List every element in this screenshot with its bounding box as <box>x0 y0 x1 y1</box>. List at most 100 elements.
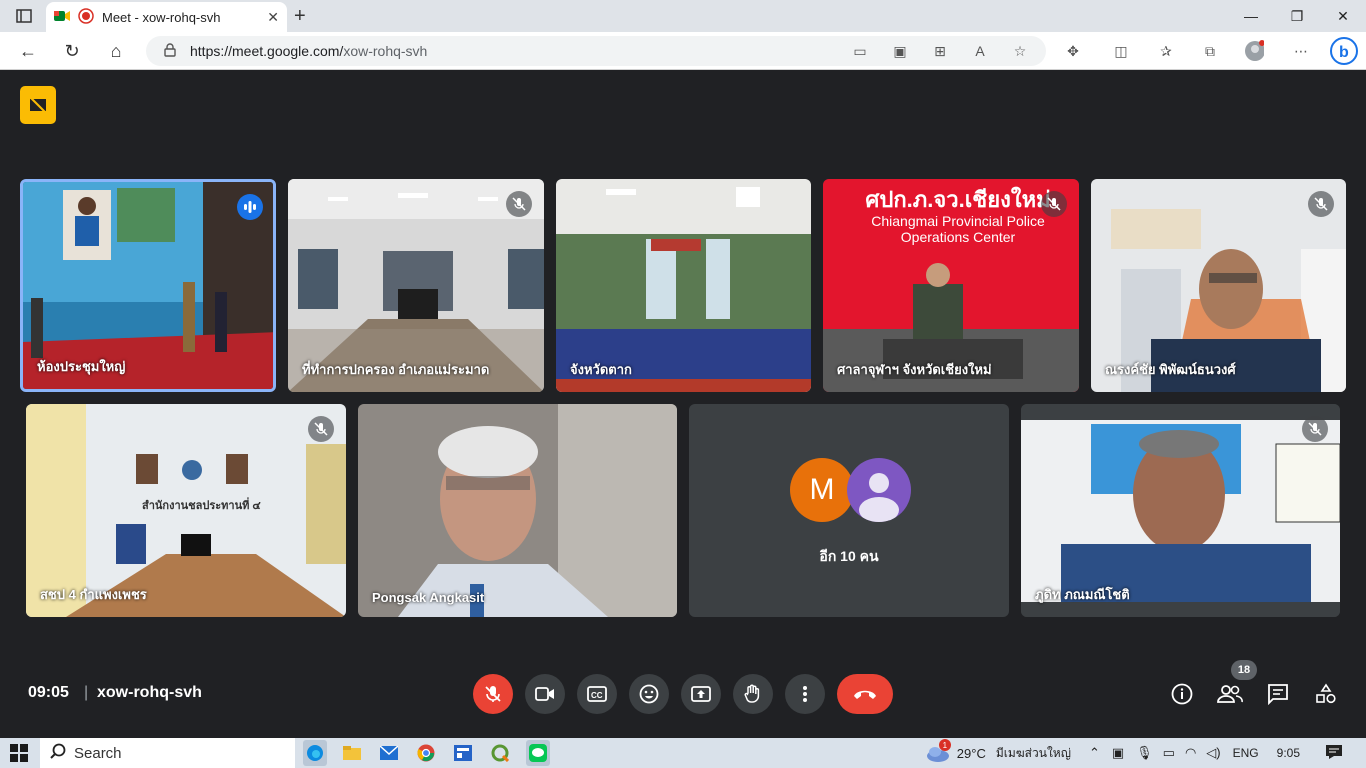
people-button[interactable] <box>1212 676 1248 712</box>
participant-tile[interactable]: ณรงค์ชัย พิพัฒน์ธนวงศ์ <box>1091 179 1346 392</box>
sign-line1: ศปก.ภ.จว.เชียงใหม่ <box>865 187 1051 212</box>
meeting-time: 09:05 <box>28 684 69 701</box>
avatar: M <box>790 458 854 522</box>
muted-mic-icon <box>1308 191 1334 217</box>
weather-icon[interactable]: 1 <box>925 739 951 763</box>
present-button[interactable] <box>681 674 721 714</box>
bing-icon[interactable]: b <box>1330 37 1358 65</box>
split-screen-icon[interactable]: ◫ <box>1111 41 1131 61</box>
url-field[interactable]: https://meet.google.com/xow-rohq-svh <box>146 36 1046 66</box>
microphone-icon[interactable]: 🎙︎ <box>1136 745 1153 761</box>
participant-tile[interactable]: สำนักงานชลประทานที่ ๔ สชป 4 กำแพงเพชร <box>26 404 346 617</box>
camera-icon <box>535 687 554 701</box>
favorite-star-icon[interactable]: ☆ <box>1010 41 1030 61</box>
meeting-details-button[interactable] <box>1164 676 1200 712</box>
participant-tile[interactable]: Pongsak Angkasit <box>358 404 677 617</box>
news-app-icon[interactable] <box>452 742 474 764</box>
camera-indicator-icon[interactable]: ▭ <box>850 41 870 61</box>
captions-icon: CC <box>587 686 607 702</box>
browser-tab[interactable]: Meet - xow-rohq-svh ✕ <box>46 2 287 32</box>
refresh-icon[interactable]: ↻ <box>58 37 86 65</box>
participant-tile[interactable]: ศปก.ภ.จว.เชียงใหม่ Chiangmai Provincial … <box>823 179 1079 392</box>
qgis-icon[interactable] <box>489 742 511 764</box>
svg-text:CC: CC <box>591 691 603 700</box>
volume-icon[interactable]: ◁) <box>1206 745 1220 761</box>
activities-button[interactable] <box>1308 676 1344 712</box>
wifi-icon[interactable]: ◠ <box>1185 745 1196 761</box>
no-recording-icon <box>28 95 48 115</box>
read-aloud-icon[interactable]: A <box>970 41 990 61</box>
muted-mic-icon <box>1041 191 1067 217</box>
windows-start-icon[interactable] <box>8 742 30 764</box>
taskbar-clock[interactable]: 9:05 <box>1277 746 1300 760</box>
chat-icon <box>1268 684 1288 705</box>
participant-count-badge: 18 <box>1231 660 1257 680</box>
weather-desc[interactable]: มีเมฆส่วนใหญ่ <box>996 744 1071 763</box>
restore-icon[interactable]: ❐ <box>1274 0 1320 32</box>
close-window-icon[interactable]: ✕ <box>1320 0 1366 32</box>
tab-title: Meet - xow-rohq-svh <box>102 9 221 25</box>
present-screen-icon <box>691 686 711 702</box>
wall-sign-text: สำนักงานชลประทานที่ ๔ <box>142 500 261 512</box>
address-toolbar: ← ↻ ⌂ https://meet.google.com/xow-rohq-s… <box>0 32 1366 70</box>
chevron-up-icon[interactable]: ⌃ <box>1089 745 1100 761</box>
person-icon <box>859 473 899 522</box>
meet-stage: ห้องประชุมใหญ่ ที่ทำการปกครอง อำเภอแม่ระ… <box>4 70 1362 734</box>
chrome-icon[interactable] <box>415 742 437 764</box>
tab-actions-icon[interactable] <box>14 6 34 26</box>
url-host: https://meet.google.com/ <box>190 43 344 59</box>
captions-button[interactable]: CC <box>577 674 617 714</box>
muted-mic-icon <box>506 191 532 217</box>
participant-tile[interactable]: ห้องประชุมใหญ่ <box>20 179 276 392</box>
meeting-controls-bar: 09:05 | xow-rohq-svh CC 18 <box>4 660 1362 734</box>
hang-up-icon <box>854 690 876 699</box>
profile-avatar[interactable] <box>1244 40 1264 61</box>
muted-mic-icon <box>1302 416 1328 442</box>
participant-name: ณรงค์ชัย พิพัฒน์ธนวงศ์ <box>1105 362 1236 377</box>
cast-icon[interactable]: ▣ <box>890 41 910 61</box>
separator: | <box>84 684 89 701</box>
police-sign-text: ศปก.ภ.จว.เชียงใหม่ Chiangmai Provincial … <box>853 187 1063 245</box>
others-tile[interactable]: M อีก 10 คน <box>689 404 1009 617</box>
toggle-mic-button[interactable] <box>473 674 513 714</box>
participant-tile[interactable]: จังหวัดตาก <box>556 179 811 392</box>
weather-temp[interactable]: 29°C <box>957 746 986 761</box>
meet-favicon-icon <box>54 9 70 26</box>
speaking-indicator-icon <box>237 194 263 220</box>
battery-icon[interactable]: ▭ <box>1163 745 1175 761</box>
reactions-button[interactable] <box>629 674 669 714</box>
leave-call-button[interactable] <box>837 674 893 714</box>
close-tab-icon[interactable]: ✕ <box>267 9 279 26</box>
search-label: Search <box>74 744 122 762</box>
recording-off-badge[interactable] <box>20 86 56 124</box>
minimize-icon[interactable]: — <box>1228 0 1274 32</box>
emoji-icon <box>639 684 659 704</box>
file-explorer-icon[interactable] <box>341 742 363 764</box>
collections-icon[interactable]: ⧉ <box>1200 41 1220 61</box>
activities-icon <box>1316 683 1336 704</box>
new-tab-button[interactable]: + <box>294 6 314 26</box>
avatar-letter: M <box>809 473 835 506</box>
back-icon[interactable]: ← <box>14 37 42 65</box>
more-options-button[interactable] <box>785 674 825 714</box>
mail-icon[interactable] <box>378 742 400 764</box>
favorites-icon[interactable]: ✰ <box>1156 41 1176 61</box>
toggle-camera-button[interactable] <box>525 674 565 714</box>
edge-app-icon[interactable] <box>303 740 327 766</box>
video-feed-pongsak <box>358 404 677 617</box>
apps-icon[interactable]: ⊞ <box>930 41 950 61</box>
taskbar-search[interactable]: Search <box>40 738 295 768</box>
window-controls: — ❐ ✕ <box>1228 0 1366 32</box>
line-app-icon[interactable] <box>526 740 550 766</box>
notifications-icon[interactable] <box>1326 744 1342 762</box>
raise-hand-button[interactable] <box>733 674 773 714</box>
participant-tile[interactable]: ที่ทำการปกครอง อำเภอแม่ระมาด <box>288 179 544 392</box>
chat-button[interactable] <box>1260 676 1296 712</box>
input-language[interactable]: ENG <box>1233 746 1259 760</box>
avatar <box>847 458 911 522</box>
participant-tile[interactable]: ภูดิท ภณมณีโชติ <box>1021 404 1340 617</box>
home-icon[interactable]: ⌂ <box>102 37 130 65</box>
meet-tray-icon[interactable]: ▣ <box>1112 745 1124 761</box>
more-menu-icon[interactable]: ⋯ <box>1291 41 1311 61</box>
extensions-icon[interactable]: ✥ <box>1063 41 1083 61</box>
